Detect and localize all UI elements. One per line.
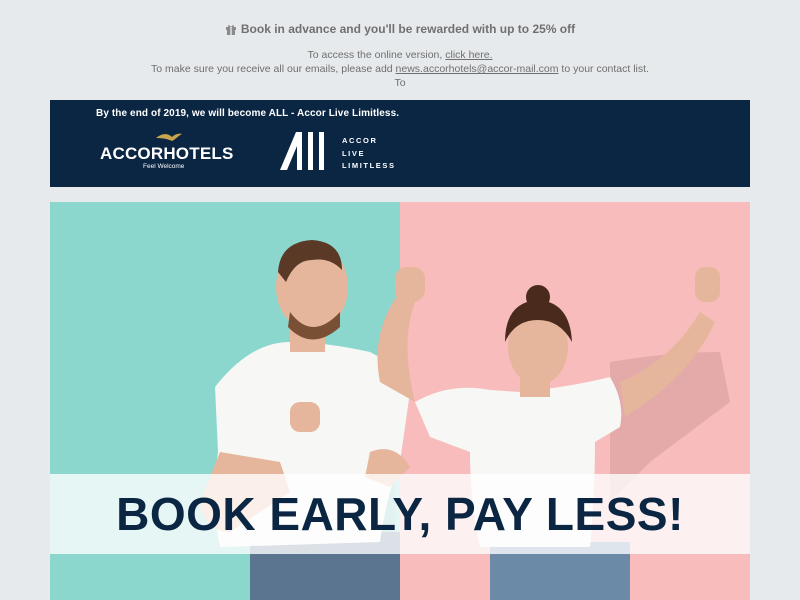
contact-email-link[interactable]: news.accorhotels@accor-mail.com [396, 63, 559, 75]
hero-headline: BOOK EARLY, PAY LESS! [116, 488, 684, 540]
all-logo[interactable]: ACCOR LIVE LIMITLESS [278, 130, 408, 174]
hero-image[interactable]: BOOK EARLY, PAY LESS! [50, 202, 750, 600]
all-wordmark: ACCOR LIVE LIMITLESS [342, 135, 396, 173]
all-word-accor: ACCOR [342, 136, 378, 145]
promo-line: Book in advance and you'll be rewarded w… [0, 20, 800, 38]
accorhotels-tagline: Feel Welcome [143, 163, 185, 170]
online-version-line: To access the online version, click here… [307, 49, 493, 61]
accorhotels-logo[interactable]: ACCORHOTELS Feel Welcome [100, 132, 240, 176]
banner-announcement: By the end of 2019, we will become ALL -… [96, 108, 400, 119]
preheader: Book in advance and you'll be rewarded w… [0, 20, 800, 90]
brand-banner[interactable]: By the end of 2019, we will become ALL -… [50, 100, 750, 187]
gift-icon [225, 23, 237, 35]
all-word-limitless: LIMITLESS [342, 161, 396, 170]
bird-icon [156, 133, 182, 141]
headline-band: BOOK EARLY, PAY LESS! [50, 474, 750, 554]
online-version-link[interactable]: click here. [445, 49, 492, 61]
all-monogram-icon [280, 132, 324, 170]
accorhotels-wordmark: ACCORHOTELS [100, 144, 234, 163]
promo-text: Book in advance and you'll be rewarded w… [240, 22, 576, 36]
contact-line: To make sure you receive all our emails,… [151, 63, 649, 75]
all-word-live: LIVE [342, 148, 366, 158]
trailing-text: To [394, 77, 406, 89]
